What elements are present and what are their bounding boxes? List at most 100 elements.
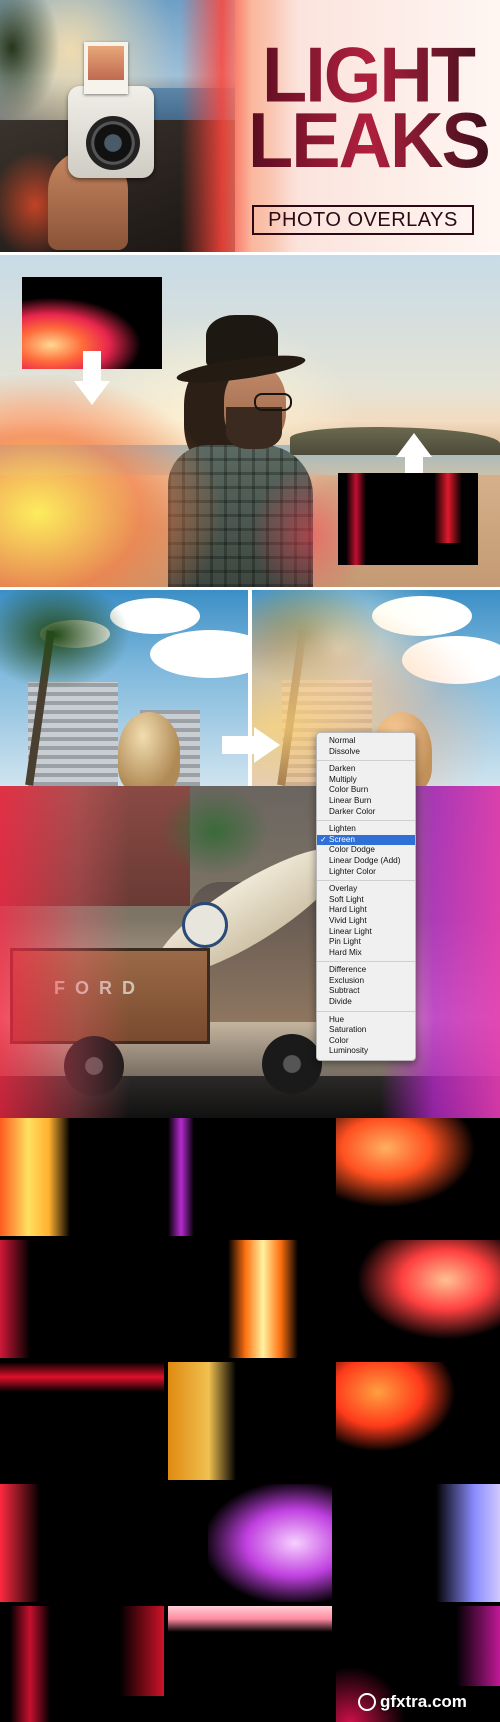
arrow-down-icon xyxy=(74,351,110,405)
blend-mode-hard-mix[interactable]: Hard Mix xyxy=(317,948,415,959)
leak-sample xyxy=(168,1606,332,1722)
menu-separator xyxy=(317,961,415,963)
blend-mode-label: Exclusion xyxy=(329,975,365,985)
blend-mode-color[interactable]: Color xyxy=(317,1036,415,1047)
blend-mode-label: Linear Burn xyxy=(329,795,372,805)
blend-mode-label: Color xyxy=(329,1035,349,1045)
blend-mode-linear-dodge-add[interactable]: Linear Dodge (Add) xyxy=(317,856,415,867)
leak-sample xyxy=(0,1118,164,1236)
blend-mode-label: Soft Light xyxy=(329,894,364,904)
blend-mode-label: Hard Mix xyxy=(329,947,362,957)
blend-mode-pin-light[interactable]: Pin Light xyxy=(317,937,415,948)
blend-mode-darken[interactable]: Darken xyxy=(317,764,415,775)
leak-glow xyxy=(346,473,366,565)
before-after-example xyxy=(0,590,500,786)
blend-mode-label: Subtract xyxy=(329,986,360,996)
blend-mode-overlay[interactable]: Overlay xyxy=(317,884,415,895)
leak-sample xyxy=(0,1362,164,1480)
leak-sample xyxy=(336,1484,500,1602)
light-leak-overlay xyxy=(0,375,220,587)
blend-mode-label: Overlay xyxy=(329,884,358,894)
polaroid-print xyxy=(84,42,128,94)
blend-mode-lighter-color[interactable]: Lighter Color xyxy=(317,867,415,878)
blend-mode-hue[interactable]: Hue xyxy=(317,1015,415,1026)
blend-mode-saturation[interactable]: Saturation xyxy=(317,1025,415,1036)
blend-mode-dissolve[interactable]: Dissolve xyxy=(317,747,415,758)
leak-sample xyxy=(168,1484,332,1602)
leak-thumbnail-bottom xyxy=(338,473,478,565)
blend-mode-label: Normal xyxy=(329,736,356,745)
product-subtitle: PHOTO OVERLAYS xyxy=(252,205,474,235)
blend-mode-label: Lighten xyxy=(329,824,356,834)
blend-mode-divide[interactable]: Divide xyxy=(317,997,415,1008)
blend-mode-soft-light[interactable]: Soft Light xyxy=(317,895,415,906)
blend-mode-menu[interactable]: Normal Dissolve Darken Multiply Color Burn Li… xyxy=(316,732,416,1062)
leak-sample xyxy=(168,1240,332,1358)
product-title: LIGHT LEAKS xyxy=(248,36,491,184)
light-leak-samples-grid xyxy=(0,1118,500,1722)
menu-separator xyxy=(317,1010,415,1012)
blend-mode-label: Saturation xyxy=(329,1025,367,1035)
blend-mode-label: Hard Light xyxy=(329,905,367,915)
blend-mode-label: Screen xyxy=(329,834,355,844)
blend-mode-label: Darker Color xyxy=(329,806,376,816)
menu-separator xyxy=(317,760,415,762)
blend-mode-label: Dissolve xyxy=(329,746,360,756)
arrow-right-icon xyxy=(222,727,282,763)
hero-banner: LIGHT LEAKS PHOTO OVERLAYS xyxy=(0,0,500,252)
blend-mode-normal[interactable]: Normal xyxy=(317,736,415,747)
leak-sample xyxy=(336,1362,500,1480)
blend-mode-label: Divide xyxy=(329,997,352,1007)
title-line-2: LEAKS xyxy=(248,96,491,184)
palm-silhouette xyxy=(0,0,60,120)
blend-mode-screen[interactable]: ✓ Screen xyxy=(317,834,415,846)
blend-mode-luminosity[interactable]: Luminosity xyxy=(317,1046,415,1057)
leak-sample xyxy=(168,1362,332,1480)
leak-glow xyxy=(434,473,462,543)
blend-mode-label: Color Dodge xyxy=(329,845,375,855)
blend-mode-label: Lighter Color xyxy=(329,866,376,876)
tree xyxy=(160,786,270,876)
blend-mode-label: Pin Light xyxy=(329,937,361,947)
headland xyxy=(290,427,500,455)
menu-separator xyxy=(317,820,415,822)
front-wheel xyxy=(262,1034,322,1094)
before-photo xyxy=(0,590,248,786)
blend-mode-hard-light[interactable]: Hard Light xyxy=(317,905,415,916)
palm-tree xyxy=(0,590,130,690)
blend-mode-color-dodge[interactable]: Color Dodge xyxy=(317,845,415,856)
blend-mode-multiply[interactable]: Multiply xyxy=(317,775,415,786)
leak-sample xyxy=(0,1484,164,1602)
blend-mode-label: Color Burn xyxy=(329,785,369,795)
blend-mode-label: Hue xyxy=(329,1014,345,1024)
blend-mode-vivid-light[interactable]: Vivid Light xyxy=(317,916,415,927)
blend-mode-linear-burn[interactable]: Linear Burn xyxy=(317,796,415,807)
blend-mode-label: Darken xyxy=(329,764,356,774)
watermark: gfxtra.com xyxy=(380,1692,467,1711)
blend-mode-difference[interactable]: Difference xyxy=(317,965,415,976)
leak-sample xyxy=(336,1240,500,1358)
beard xyxy=(226,407,282,449)
blend-mode-subtract[interactable]: Subtract xyxy=(317,986,415,997)
blend-mode-label: Luminosity xyxy=(329,1046,369,1056)
leak-sample xyxy=(168,1118,332,1236)
blend-mode-color-burn[interactable]: Color Burn xyxy=(317,785,415,796)
leak-sample xyxy=(0,1240,164,1358)
truck-example: FORD xyxy=(0,786,500,1118)
checkmark-icon: ✓ xyxy=(320,834,327,844)
blend-mode-lighten[interactable]: Lighten xyxy=(317,824,415,835)
woman-hair xyxy=(118,712,180,786)
instant-camera xyxy=(68,86,154,178)
gfxtra-logo-icon xyxy=(358,1693,376,1711)
blend-mode-exclusion[interactable]: Exclusion xyxy=(317,976,415,987)
glasses-icon xyxy=(254,393,292,411)
blend-mode-label: Linear Dodge (Add) xyxy=(329,855,401,865)
blend-mode-label: Difference xyxy=(329,965,367,975)
blend-mode-darker-color[interactable]: Darker Color xyxy=(317,807,415,818)
blend-mode-linear-light[interactable]: Linear Light xyxy=(317,927,415,938)
blend-mode-label: Vivid Light xyxy=(329,915,367,925)
menu-separator xyxy=(317,880,415,882)
leak-sample xyxy=(336,1118,500,1236)
surfboard-logo-icon xyxy=(182,902,228,948)
camera-lens-icon xyxy=(86,116,140,170)
